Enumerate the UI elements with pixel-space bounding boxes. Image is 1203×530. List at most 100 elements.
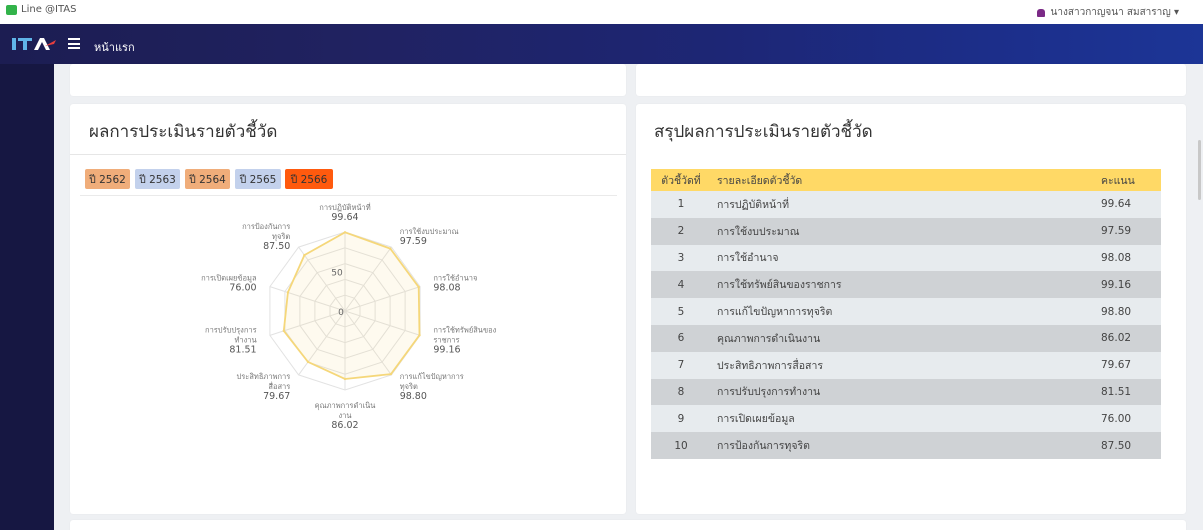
radar-axis-name: ทำงาน (234, 336, 256, 345)
row-no: 4 (651, 271, 711, 299)
table-row: 2 การใช้งบประมาณ 97.59 (651, 217, 1161, 245)
row-desc: คุณภาพการดำเนินงาน (711, 324, 1081, 352)
page-scrollbar[interactable] (1198, 140, 1201, 200)
radar-axis-value: 76.00 (229, 282, 256, 293)
user-menu[interactable]: นางสาวกาญจนา สมสาราญ ▾ (1036, 5, 1179, 20)
row-score: 99.64 (1081, 191, 1161, 218)
row-no: 6 (651, 324, 711, 352)
top-strip: Line @ITAS นางสาวกาญจนา สมสาราญ ▾ (0, 0, 1203, 24)
summary-table: ตัวชี้วัดที่ รายละเอียดตัวชี้วัด คะแนน 1… (651, 169, 1161, 459)
card-top-right-partial (636, 64, 1186, 96)
radar-axis-label-2: การใช้งบประมาณ97.59 (400, 227, 459, 247)
radar-point (282, 329, 285, 333)
table-row: 10 การป้องกันการทุจริต 87.50 (651, 432, 1161, 459)
row-score: 76.00 (1081, 405, 1161, 433)
radar-axis-value: 97.59 (400, 236, 427, 247)
radar-point (389, 372, 393, 376)
radar-axis-name: การใช้ทรัพย์สินของ (433, 326, 496, 335)
radar-axis-name: การเปิดเผยข้อมูล (201, 273, 257, 282)
table-row: 7 ประสิทธิภาพการสื่อสาร 79.67 (651, 351, 1161, 379)
radar-axis-name: การป้องกันการ (242, 222, 290, 231)
card-divider (70, 154, 626, 155)
year-button-2562[interactable]: ปี 2562 (85, 169, 130, 189)
radar-axis-name: การใช้งบประมาณ (400, 227, 459, 236)
card-bottom-partial (70, 520, 1186, 530)
col-header-no: ตัวชี้วัดที่ (651, 169, 711, 191)
row-desc: การใช้อำนาจ (711, 244, 1081, 272)
row-score: 98.80 (1081, 298, 1161, 325)
radar-axis-value: 81.51 (229, 345, 256, 356)
hamburger-menu-icon[interactable] (68, 38, 80, 49)
row-score: 81.51 (1081, 378, 1161, 406)
card-top-left-partial (70, 64, 626, 96)
row-no: 5 (651, 298, 711, 325)
line-icon (6, 4, 17, 15)
table-row: 9 การเปิดเผยข้อมูล 76.00 (651, 405, 1161, 433)
radar-axis-label-10: การป้องกันการทุจริต87.50 (242, 222, 290, 252)
table-row: 4 การใช้ทรัพย์สินของราชการ 99.16 (651, 271, 1161, 299)
radar-tick-label: 50 (331, 269, 343, 279)
row-desc: ประสิทธิภาพการสื่อสาร (711, 351, 1081, 379)
year-button-2563[interactable]: ปี 2563 (135, 169, 180, 189)
radar-axis-name: คุณภาพการดำเนิน (315, 401, 376, 410)
radar-axis-value: 87.50 (263, 241, 290, 252)
year-button-2564[interactable]: ปี 2564 (185, 169, 230, 189)
radar-tick-label: 0 (338, 308, 344, 318)
table-row: 3 การใช้อำนาจ 98.08 (651, 244, 1161, 272)
row-desc: การใช้งบประมาณ (711, 217, 1081, 245)
row-no: 10 (651, 432, 711, 459)
row-score: 98.08 (1081, 244, 1161, 272)
radar-axis-name: ทุจริต (400, 382, 418, 391)
nav-title[interactable]: หน้าแรก (94, 38, 135, 56)
summary-title: สรุปผลการประเมินรายตัวชี้วัด (654, 122, 873, 142)
radar-point (418, 334, 421, 337)
row-no: 8 (651, 378, 711, 406)
row-score: 99.16 (1081, 271, 1161, 299)
table-row: 8 การปรับปรุงการทำงาน 81.51 (651, 378, 1161, 406)
radar-axis-value: 79.67 (263, 391, 290, 402)
radar-axis-name: การแก้ไขปัญหาการ (400, 372, 464, 381)
radar-axis-name: การใช้อำนาจ (433, 273, 477, 282)
radar-point (343, 377, 347, 381)
radar-axis-name: งาน (338, 411, 351, 420)
year-button-2566[interactable]: ปี 2566 (285, 169, 333, 189)
radar-chart-svg: 050การปฏิบัติหน้าที่99.64การใช้งบประมาณ9… (201, 202, 496, 431)
radar-chart: 0 50 การปฏิบัติหน้าที่ 99.64 การใช้งบประมาณ 9… (70, 198, 626, 438)
radar-point (343, 231, 347, 234)
radar-axis-value: 99.64 (331, 212, 358, 223)
radar-axis-name: ราชการ (433, 336, 459, 345)
radar-axis-name: ประสิทธิภาพการ (237, 372, 291, 381)
row-desc: การปรับปรุงการทำงาน (711, 378, 1081, 406)
radar-point (306, 360, 310, 364)
radar-axis-label-4: การใช้ทรัพย์สินของราชการ99.16 (433, 326, 496, 356)
bell-icon[interactable] (1036, 8, 1045, 17)
row-no: 7 (651, 351, 711, 379)
radar-axis-value: 98.08 (433, 282, 460, 293)
line-link[interactable]: Line @ITAS (6, 4, 77, 15)
radar-axis-value: 98.80 (400, 391, 427, 402)
row-desc: การแก้ไขปัญหาการทุจริต (711, 298, 1081, 325)
user-name[interactable]: นางสาวกาญจนา สมสาราญ ▾ (1051, 5, 1179, 20)
row-score: 86.02 (1081, 324, 1161, 352)
col-header-score: คะแนน (1081, 169, 1161, 191)
table-row: 6 คุณภาพการดำเนินงาน 86.02 (651, 324, 1161, 352)
radar-axis-value: 86.02 (331, 420, 358, 431)
row-no: 2 (651, 217, 711, 245)
radar-axis-label-3: การใช้อำนาจ98.08 (433, 273, 477, 293)
radar-point (389, 247, 392, 250)
row-score: 97.59 (1081, 217, 1161, 245)
row-score: 87.50 (1081, 432, 1161, 459)
radar-point (286, 291, 290, 294)
year-button-2565[interactable]: ปี 2565 (235, 169, 281, 189)
left-sidebar (0, 64, 54, 530)
row-desc: การเปิดเผยข้อมูล (711, 405, 1081, 433)
radar-axis-label-1: การปฏิบัติหน้าที่99.64 (319, 202, 370, 223)
radar-axis-name: การปฏิบัติหน้าที่ (319, 202, 370, 212)
row-desc: การปฏิบัติหน้าที่ (711, 191, 1081, 218)
radar-axis-label-8: การปรับปรุงการทำงาน81.51 (205, 326, 257, 356)
radar-axis-name: ทุจริต (272, 232, 290, 241)
row-no: 3 (651, 244, 711, 272)
table-row: 5 การแก้ไขปัญหาการทุจริต 98.80 (651, 298, 1161, 325)
ita-logo[interactable] (12, 36, 58, 52)
row-no: 9 (651, 405, 711, 433)
